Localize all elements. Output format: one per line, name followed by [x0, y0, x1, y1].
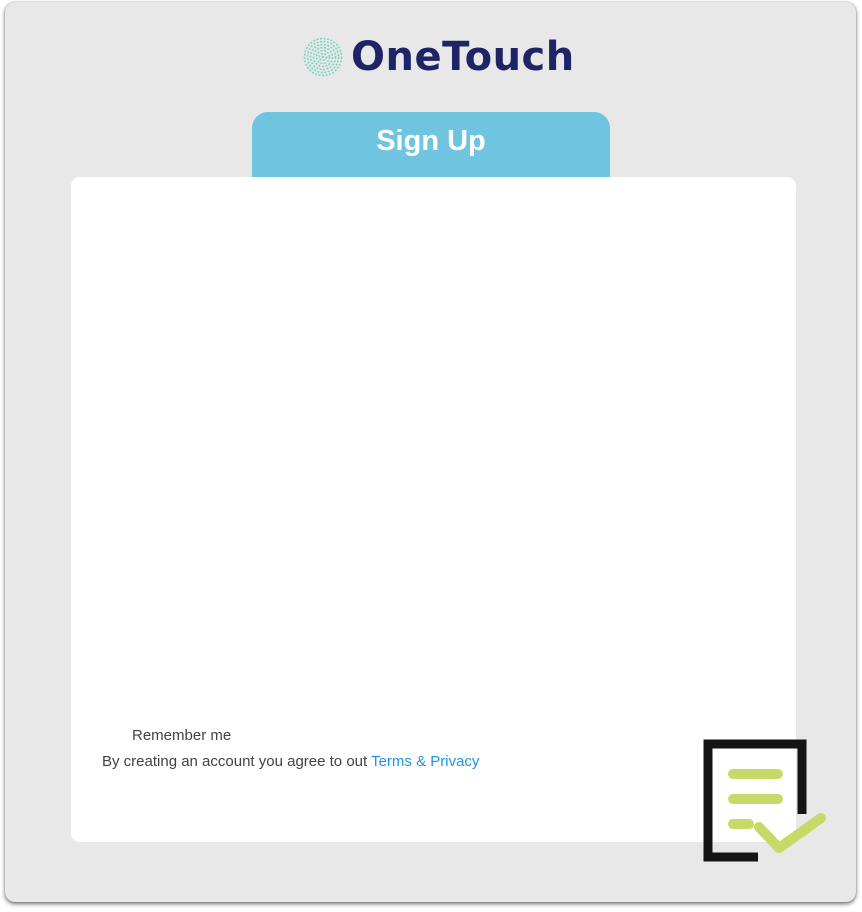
- terms-privacy-link[interactable]: Terms & Privacy: [371, 753, 479, 770]
- app-window: OneTouch Sign Up Remember me By creating…: [5, 2, 856, 902]
- fingerprint-icon: [303, 37, 343, 77]
- checklist-icon: [703, 739, 826, 862]
- terms-agreement-text: By creating an account you agree to out …: [102, 753, 479, 770]
- signup-form-card: Remember me By creating an account you a…: [71, 177, 796, 842]
- tab-sign-up[interactable]: Sign Up: [252, 112, 610, 178]
- brand-name: OneTouch: [351, 34, 575, 80]
- remember-me-label[interactable]: Remember me: [132, 727, 231, 744]
- agreement-text: By creating an account you agree to out: [102, 753, 372, 770]
- brand-logo: OneTouch: [303, 32, 575, 82]
- tab-label: Sign Up: [376, 125, 486, 157]
